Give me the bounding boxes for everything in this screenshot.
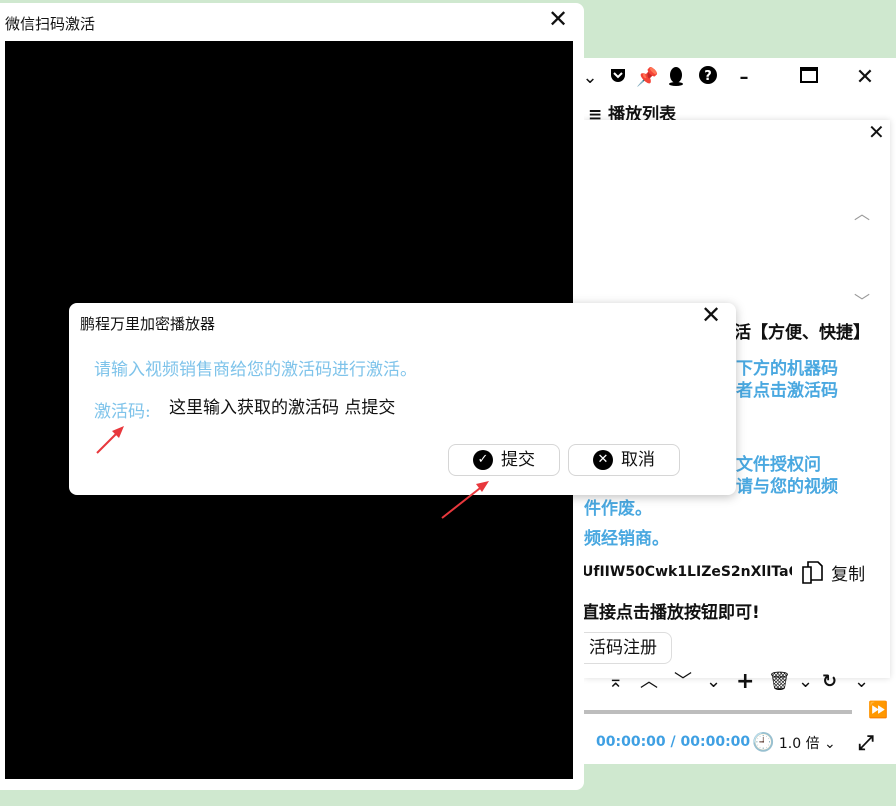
- annotation-arrows: [96, 426, 489, 519]
- arrow-to-submit: [441, 481, 489, 519]
- arrow-to-code-label: [96, 426, 124, 454]
